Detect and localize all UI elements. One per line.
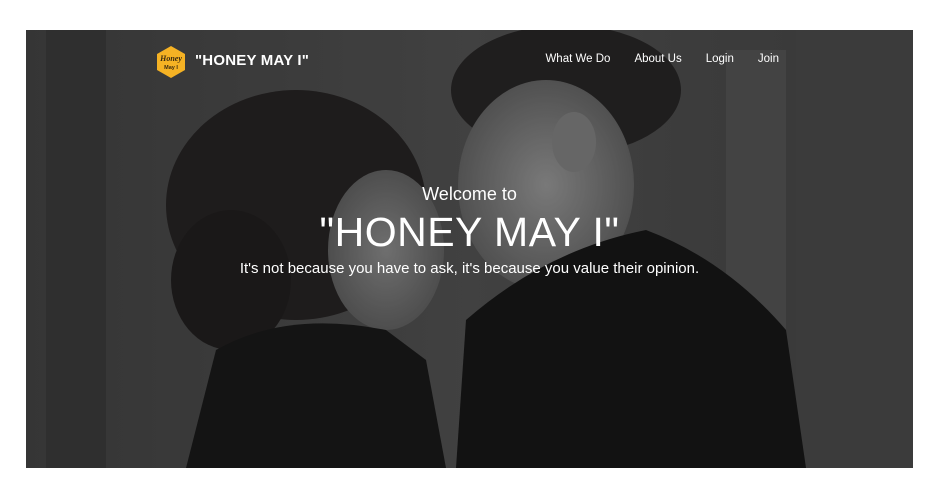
hero-section: Honey May I "HONEY MAY I" What We Do Abo… xyxy=(26,30,913,468)
brand-name[interactable]: "HONEY MAY I" xyxy=(195,52,309,69)
hexagon-logo-icon: Honey May I xyxy=(157,46,185,78)
logo-text-bottom: May I xyxy=(164,65,178,71)
hero-welcome: Welcome to xyxy=(422,184,517,204)
hero-subtitle: It's not because you have to ask, it's b… xyxy=(239,260,700,277)
nav-links: What We Do About Us Login Join xyxy=(521,53,779,65)
nav-item-join[interactable]: Join xyxy=(758,53,779,65)
nav-item-what-we-do[interactable]: What We Do xyxy=(545,53,610,65)
hero-title: "HONEY MAY I" xyxy=(319,209,620,255)
logo-text-top: Honey xyxy=(159,54,182,63)
nav-item-about-us[interactable]: About Us xyxy=(634,53,681,65)
top-navbar: Honey May I "HONEY MAY I" What We Do Abo… xyxy=(26,30,913,92)
honey-logo[interactable]: Honey May I xyxy=(154,45,188,79)
nav-item-login[interactable]: Login xyxy=(706,53,734,65)
hero-text-block: Welcome to "HONEY MAY I" It's not becaus… xyxy=(26,183,913,279)
